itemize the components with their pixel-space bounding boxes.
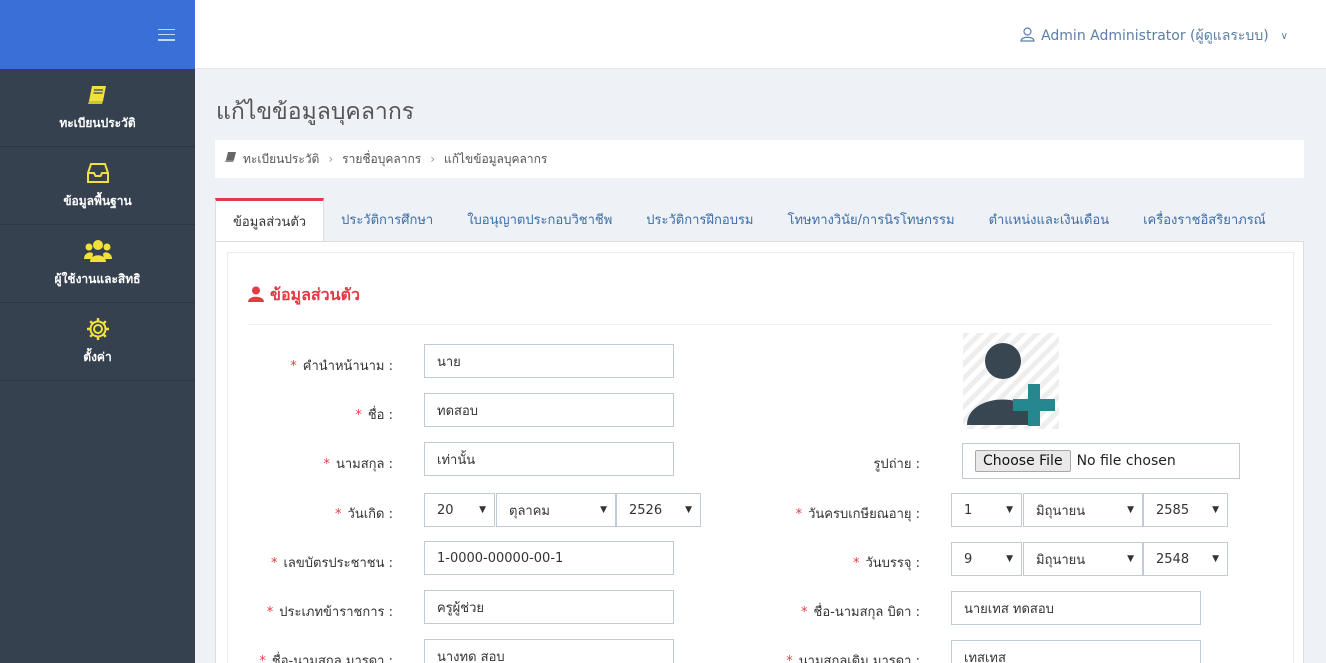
caret-down-icon: ▼ [1212,554,1219,564]
retire-month-select[interactable]: มิถุนายน ▼ [1023,493,1143,527]
mother-name-label: * ชื่อ-นามสกุล มารดา : [259,654,393,663]
mother-maiden-field[interactable]: เทสเทส [951,640,1201,663]
book-icon [225,152,237,166]
tab-education[interactable]: ประวัติการศึกษา [324,198,450,241]
breadcrumb-current: แก้ไขข้อมูลบุคลากร [444,151,548,166]
civil-type-field[interactable]: ครูผู้ช่วย [424,590,674,624]
retire-year-select[interactable]: 2585 ▼ [1143,493,1228,527]
avatar-placeholder-icon [963,333,1059,429]
sidebar-item-label: ข้อมูลพื้นฐาน [63,194,132,208]
sidebar-item-basic-data[interactable]: ข้อมูลพื้นฐาน [0,147,195,225]
tab-license[interactable]: ใบอนุญาตประกอบวิชาชีพ [450,198,629,241]
caret-down-icon: ▼ [1212,505,1219,515]
prefix-label: * คำนำหน้านาม : [290,359,393,374]
top-bar: Admin Administrator (ผู้ดูแลระบบ) ∨ [195,0,1326,69]
tab-personal-info[interactable]: ข้อมูลส่วนตัว [215,198,325,241]
menu-toggle-icon[interactable] [158,28,175,41]
sidebar-item-label: ทะเบียนประวัติ [59,116,136,130]
user-icon [1020,26,1035,46]
caret-down-icon: ▼ [685,505,692,515]
sidebar-item-users[interactable]: ผู้ใช้งานและสิทธิ [0,225,195,303]
birth-date-label: * วันเกิด : [335,507,393,522]
first-name-field[interactable]: ทดสอบ [424,393,674,427]
page-title: แก้ไขข้อมูลบุคลากร [216,99,415,125]
inbox-icon [86,160,110,186]
caret-down-icon: ▼ [1127,505,1134,515]
photo-label: รูปถ่าย : [873,457,920,472]
choose-file-button[interactable]: Choose File [975,450,1071,472]
last-name-label: * นามสกุล : [323,457,393,472]
tab-training[interactable]: ประวัติการฝึกอบรม [629,198,770,241]
retire-date-label: * วันครบเกษียณอายุ : [795,507,920,522]
birth-year-select[interactable]: 2526 ▼ [616,493,701,527]
caret-down-icon: ▼ [600,505,607,515]
father-name-label: * ชื่อ-นามสกุล บิดา : [801,605,920,620]
civil-type-label: * ประเภทข้าราชการ : [266,605,393,620]
tab-bar: ข้อมูลส่วนตัว ประวัติการศึกษา ใบอนุญาตปร… [215,198,1304,242]
breadcrumb-personnel-list[interactable]: รายชื่อบุคลากร [342,150,421,169]
first-name-label: * ชื่อ : [355,408,393,423]
birth-month-select[interactable]: ตุลาคม ▼ [496,493,616,527]
users-icon [83,238,112,264]
sidebar-item-settings[interactable]: ตั้งค่า [0,303,195,381]
section-title-text: ข้อมูลส่วนตัว [270,285,360,304]
tab-position-salary[interactable]: ตำแหน่งและเงินเดือน [972,198,1127,241]
caret-down-icon: ▼ [1006,505,1013,515]
tab-discipline[interactable]: โทษทางวินัย/การนิรโทษกรรม [771,198,972,241]
file-status: No file chosen [1076,453,1176,469]
tab-decorations[interactable]: เครื่องราชอิสริยาภรณ์ [1126,198,1283,241]
chevron-right-icon: › [328,152,334,166]
chevron-down-icon: ∨ [1280,30,1288,42]
retire-day-select[interactable]: 1 ▼ [951,493,1022,527]
user-menu[interactable]: Admin Administrator (ผู้ดูแลระบบ) ∨ [1020,25,1288,47]
last-name-field[interactable]: เท่านั้น [424,442,674,476]
form-portlet: ข้อมูลส่วนตัว * คำนำหน้านาม : นาย * ชื่อ :… [227,252,1294,663]
sidebar-item-label: ตั้งค่า [83,350,112,364]
user-icon [248,286,264,306]
book-icon [87,82,109,108]
sidebar: ทะเบียนประวัติ ข้อมูลพื้นฐาน ผู้ใช้งานแล… [0,0,195,663]
sidebar-item-label: ผู้ใช้งานและสิทธิ [54,272,141,286]
caret-down-icon: ▼ [1006,554,1013,564]
birth-day-select[interactable]: 20 ▼ [424,493,495,527]
sidebar-item-registry[interactable]: ทะเบียนประวัติ [0,69,195,147]
appoint-month-select[interactable]: มิถุนายน ▼ [1023,542,1143,576]
caret-down-icon: ▼ [479,505,486,515]
tab-panel: ข้อมูลส่วนตัว * คำนำหน้านาม : นาย * ชื่อ :… [215,241,1304,663]
appoint-date-label: * วันบรรจุ : [852,556,920,571]
gear-icon [86,316,110,342]
main-content: แก้ไขข้อมูลบุคลากร ทะเบียนประวัติ › รายช… [195,70,1326,663]
mother-maiden-label: * นามสกุลเดิม มารดา : [786,654,920,663]
breadcrumb-registry[interactable]: ทะเบียนประวัติ [243,150,319,169]
appoint-day-select[interactable]: 9 ▼ [951,542,1022,576]
id-card-label: * เลขบัตรประชาชน : [270,556,393,571]
chevron-right-icon: › [430,152,435,166]
appoint-year-select[interactable]: 2548 ▼ [1143,542,1228,576]
id-card-field[interactable]: 1-0000-00000-00-1 [424,541,674,575]
prefix-field[interactable]: นาย [424,344,674,378]
section-title: ข้อมูลส่วนตัว [248,283,360,308]
section-divider [248,324,1273,325]
photo-file-input[interactable]: Choose File No file chosen [962,443,1240,479]
breadcrumb: ทะเบียนประวัติ › รายชื่อบุคลากร › แก้ไขข… [215,140,1304,178]
caret-down-icon: ▼ [1127,554,1134,564]
user-name: Admin Administrator (ผู้ดูแลระบบ) [1041,28,1269,44]
father-name-field[interactable]: นายเทส ทดสอบ [951,591,1201,625]
sidebar-header [0,0,195,69]
mother-name-field[interactable]: นางทด สอบ [424,639,674,663]
